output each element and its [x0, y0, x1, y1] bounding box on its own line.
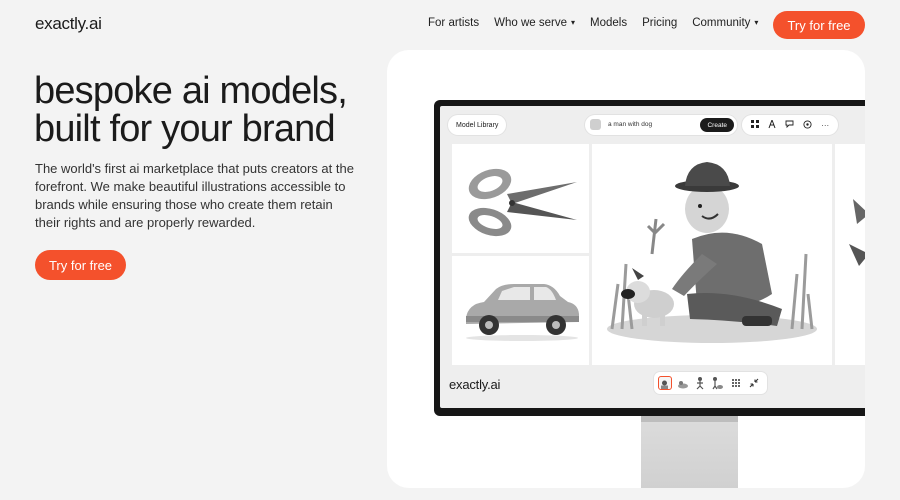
thumbnail-strip: [654, 372, 767, 394]
app-screen: Model Library a man with dog Create ··· …: [440, 106, 865, 408]
nav-link-label: Community: [692, 17, 751, 29]
hero-title-line-1: bespoke ai models,: [34, 70, 348, 112]
site-logo[interactable]: exactly.ai: [35, 14, 102, 34]
target-icon[interactable]: [802, 119, 814, 131]
nav-link-community[interactable]: Community ▾: [692, 17, 758, 29]
grid-icon[interactable]: [749, 120, 761, 130]
nav-link-models[interactable]: Models: [590, 17, 627, 29]
dots-grid-icon[interactable]: [729, 376, 743, 390]
model-avatar: [590, 119, 601, 130]
chevron-down-icon: ▾: [570, 18, 575, 27]
hero-title: bespoke ai models, built for your brand: [34, 72, 374, 148]
gallery-image-scissors[interactable]: [452, 144, 589, 253]
model-library-button[interactable]: Model Library: [448, 115, 507, 135]
thumbnail-person-with-dog[interactable]: [710, 376, 724, 390]
thumbnail-dog[interactable]: [676, 376, 690, 390]
gallery-image-partial[interactable]: [835, 144, 865, 365]
hero-title-line-2: built for your brand: [34, 108, 336, 150]
create-button[interactable]: Create: [700, 118, 734, 132]
speech-bubble-icon[interactable]: [784, 120, 796, 130]
nav-link-label: Who we serve: [494, 17, 567, 29]
nav-links: For artists Who we serve ▾ Models Pricing…: [428, 17, 773, 29]
try-for-free-button-hero[interactable]: Try for free: [35, 250, 126, 280]
monitor: Model Library a man with dog Create ··· …: [434, 100, 865, 416]
app-brand-logo: exactly.ai: [449, 377, 501, 392]
hero-description: The world's first ai marketplace that pu…: [35, 161, 354, 230]
monitor-stand: [641, 416, 738, 488]
top-nav: exactly.ai For artists Who we serve ▾ Mod…: [0, 0, 900, 50]
prompt-bar: a man with dog Create: [585, 115, 737, 135]
thumbnail-figure[interactable]: [693, 376, 707, 390]
product-showcase-card: Model Library a man with dog Create ··· …: [387, 50, 865, 488]
gallery-image-car[interactable]: [452, 256, 589, 365]
nav-link-pricing[interactable]: Pricing: [642, 17, 677, 29]
collapse-icon[interactable]: [747, 376, 761, 390]
try-for-free-button-nav[interactable]: Try for free: [773, 11, 865, 39]
nav-link-who-we-serve[interactable]: Who we serve ▾: [494, 17, 575, 29]
tools-bar: ···: [742, 115, 838, 135]
monitor-stand-shadow: [641, 416, 738, 422]
gallery-image-man-with-dog[interactable]: [592, 144, 832, 365]
more-icon[interactable]: ···: [819, 121, 831, 130]
nav-link-for-artists[interactable]: For artists: [428, 17, 479, 29]
chevron-down-icon: ▾: [754, 18, 759, 27]
thumbnail-man-with-dog[interactable]: [658, 376, 672, 390]
prompt-input[interactable]: a man with dog: [608, 121, 652, 128]
pen-icon[interactable]: [766, 119, 778, 131]
